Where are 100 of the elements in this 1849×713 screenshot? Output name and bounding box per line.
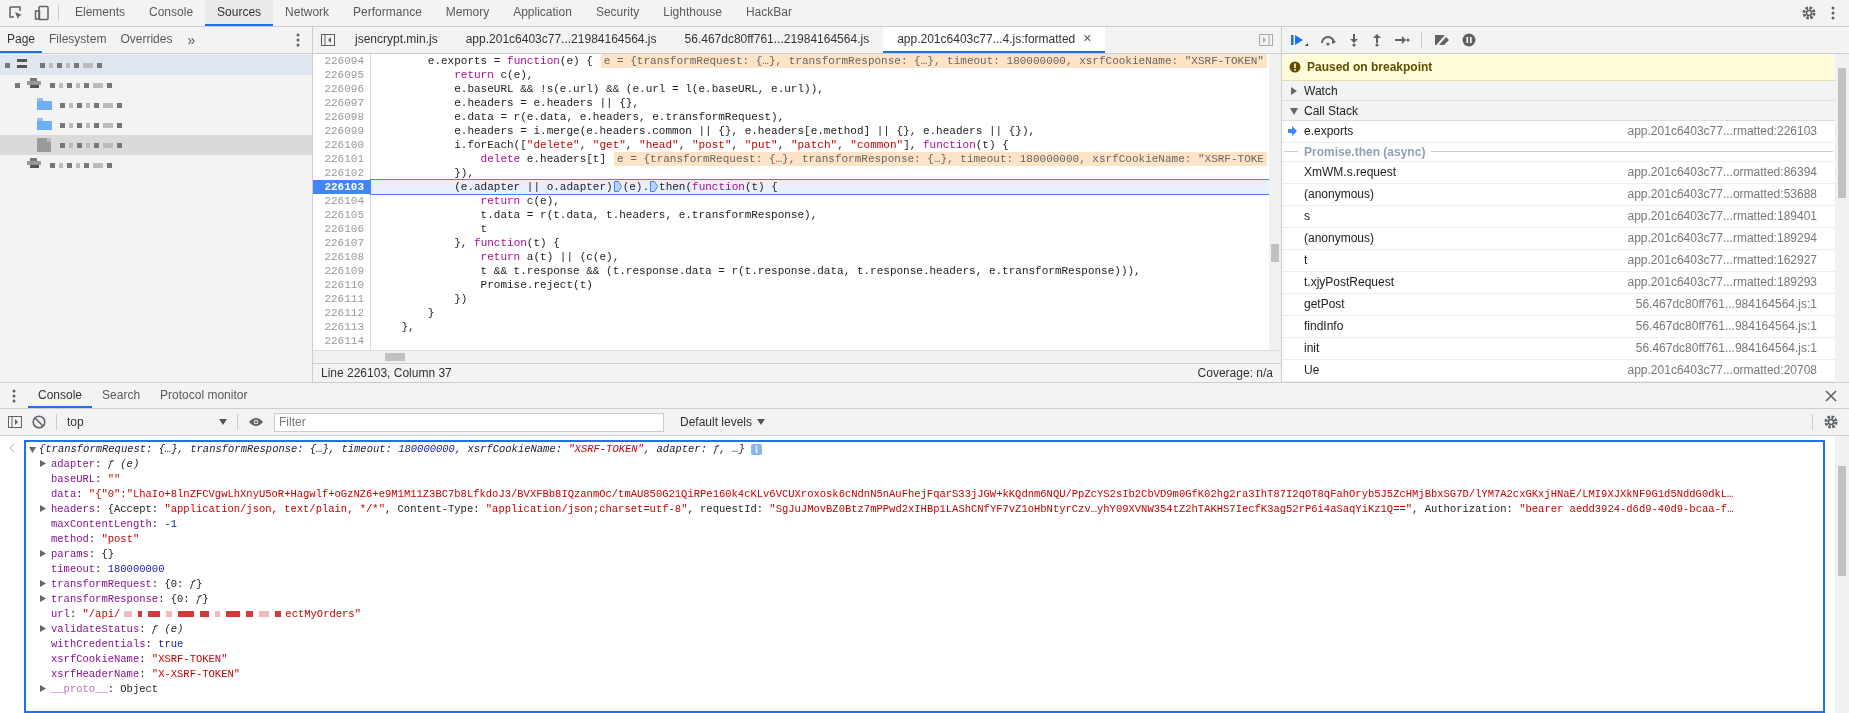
paused-message: Paused on breakpoint (1307, 59, 1433, 77)
eye-icon[interactable] (248, 417, 264, 427)
panel-tab[interactable]: Sources (205, 0, 274, 26)
property-line: transformResponse: {0: ƒ} (40, 591, 209, 608)
code-text: t.data = r(t.data, t.headers, e.transformResponse), (479, 207, 818, 222)
call-frame[interactable]: (anonymous) app.201c6403c77...rmatted:189294 (1282, 228, 1835, 250)
call-frame[interactable]: XmWM.s.request app.201c6403c77...ormatted:86394 (1282, 162, 1835, 184)
frame-name: XmWM.s.request (1304, 164, 1397, 182)
line-number: 226108 (323, 249, 365, 264)
tree-row[interactable] (0, 55, 312, 75)
tree-toggle-icon[interactable] (5, 62, 10, 68)
more-menu-icon[interactable] (1831, 6, 1835, 20)
vertical-scrollbar[interactable] (1835, 436, 1849, 713)
navigator-tab[interactable]: Filesystem (42, 27, 114, 53)
device-toolbar-icon[interactable] (34, 5, 50, 21)
code-text: } (426, 305, 435, 320)
frame-location: app.201c6403c77...rmatted:189294 (1627, 230, 1817, 248)
vertical-scrollbar[interactable] (1835, 54, 1849, 382)
code-text: return c(e), (453, 67, 534, 82)
more-menu-icon[interactable] (296, 33, 300, 47)
settings-icon[interactable] (1823, 414, 1839, 430)
more-tabs-button[interactable]: » (179, 29, 204, 51)
inspect-icon[interactable] (8, 5, 24, 21)
panel-tab[interactable]: HackBar (733, 0, 804, 26)
call-frame[interactable]: e.exports app.201c6403c77...rmatted:226103 (1282, 120, 1835, 143)
expanded-triangle-icon (1290, 106, 1298, 115)
frame-location: app.201c6403c77...rmatted:189401 (1627, 208, 1817, 226)
frame-name: Ue (1304, 362, 1321, 380)
panel-tab[interactable]: Network (273, 0, 342, 26)
object-summary: {transformRequest: {…}, transformResponse: {…}, timeout: 180000000, xsrfCookieName: "XSRF-TOKEN", adapter: ƒ, …} (39, 441, 745, 457)
panel-tab[interactable]: Application (501, 0, 584, 26)
step-icon[interactable] (1394, 34, 1410, 46)
resume-icon[interactable] (1290, 33, 1308, 47)
frame-location: 56.467dc80ff761...984164564.js:1 (1635, 296, 1817, 314)
file-tab[interactable]: 56.467dc80ff761...21984164564.js (670, 27, 884, 53)
drawer-tab[interactable]: Search (92, 383, 151, 408)
deactivate-breakpoints-icon[interactable] (1433, 33, 1451, 47)
expanded-triangle-icon[interactable] (29, 446, 36, 453)
code-text: t && t.response && (t.response.data = r(t.response.data, t.response.headers, e.transformResponse))), (479, 263, 1141, 278)
call-frame[interactable]: Ue app.201c6403c77...ormatted:20708 (1282, 360, 1835, 382)
navigator-tab[interactable]: Overrides (113, 27, 180, 53)
step-into-icon[interactable] (1348, 33, 1360, 47)
close-icon[interactable] (1825, 389, 1837, 402)
frame-name: (anonymous) (1304, 230, 1376, 248)
close-tab-button[interactable]: × (1083, 28, 1092, 50)
panel-tab[interactable]: Performance (341, 0, 434, 26)
frame-name: getPost (1304, 296, 1346, 314)
horizontal-scrollbar[interactable] (313, 350, 1281, 363)
step-out-icon[interactable] (1371, 33, 1383, 47)
call-frame[interactable]: t.xjyPostRequest app.201c6403c77...rmatted:189293 (1282, 272, 1835, 294)
file-tab[interactable]: jsencrypt.min.js (341, 27, 452, 53)
call-frame[interactable]: getPost 56.467dc80ff761...984164564.js:1 (1282, 294, 1835, 316)
line-number: 226099 (323, 123, 365, 138)
section-header[interactable]: Call Stack (1282, 101, 1835, 121)
section-header[interactable]: Watch (1282, 81, 1835, 102)
property-line: validateStatus: ƒ (e) (40, 621, 184, 638)
panel-tab[interactable]: Console (137, 0, 206, 26)
filter-field[interactable]: Filter (274, 412, 664, 432)
line-number: 226110 (323, 277, 365, 292)
call-frame[interactable]: findInfo 56.467dc80ff761...984164564.js:1 (1282, 316, 1835, 338)
panel-tab[interactable]: Elements (63, 0, 138, 26)
panel-tab[interactable]: Lighthouse (651, 0, 734, 26)
panel-tab[interactable]: Security (583, 0, 652, 26)
line-number: 226109 (323, 263, 365, 278)
code-text: t (479, 221, 488, 236)
vertical-scrollbar[interactable] (1269, 53, 1281, 351)
clear-console-icon[interactable] (32, 415, 46, 429)
file-tab[interactable]: app.201c6403c77...4.js:formatted × (883, 27, 1106, 53)
sidebar-toggle-icon[interactable] (8, 416, 22, 428)
panel-tab[interactable]: Memory (433, 0, 502, 26)
call-frame[interactable]: s app.201c6403c77...rmatted:189401 (1282, 206, 1835, 228)
call-frame[interactable]: t app.201c6403c77...rmatted:162927 (1282, 250, 1835, 272)
call-frame[interactable]: (anonymous) app.201c6403c77...ormatted:53688 (1282, 184, 1835, 206)
pause-icon[interactable] (1462, 33, 1476, 47)
property-line: method: "post" (51, 531, 140, 547)
property-line: timeout: 180000000 (51, 561, 165, 577)
pixelated-label (50, 162, 112, 168)
context-dropdown[interactable]: top (67, 413, 227, 431)
levels-dropdown[interactable]: Default levels (680, 413, 766, 431)
line-number: 226101 (323, 151, 365, 166)
drawer-tab[interactable]: Protocol monitor (150, 383, 258, 408)
call-frame[interactable]: init 56.467dc80ff761...984164564.js:1 (1282, 338, 1835, 360)
code-text: Promise.reject(t) (479, 277, 593, 292)
step-over-icon[interactable] (1319, 33, 1337, 47)
file-tab[interactable]: app.201c6403c77...21984164564.js (451, 27, 671, 53)
frame-location: 56.467dc80ff761...984164564.js:1 (1635, 318, 1817, 336)
toggle-debugger-icon[interactable] (1259, 33, 1273, 46)
line-number: 226103 (313, 179, 370, 194)
line-number: 226106 (323, 221, 365, 236)
settings-icon[interactable] (1801, 5, 1817, 21)
frame-name: t (1304, 252, 1309, 270)
frame-name: s (1304, 208, 1311, 226)
line-number: 226112 (323, 305, 365, 320)
tree-toggle-icon[interactable] (15, 82, 20, 88)
navigator-tab[interactable]: Page (0, 27, 43, 53)
frame-location: app.201c6403c77...rmatted:189293 (1627, 274, 1817, 292)
toggle-navigator-icon[interactable] (321, 33, 335, 46)
code-text: e.data = r(e.data, e.headers, e.transformRequest), (453, 109, 785, 124)
pixelated-label (40, 62, 102, 68)
more-menu-icon[interactable] (12, 388, 16, 403)
